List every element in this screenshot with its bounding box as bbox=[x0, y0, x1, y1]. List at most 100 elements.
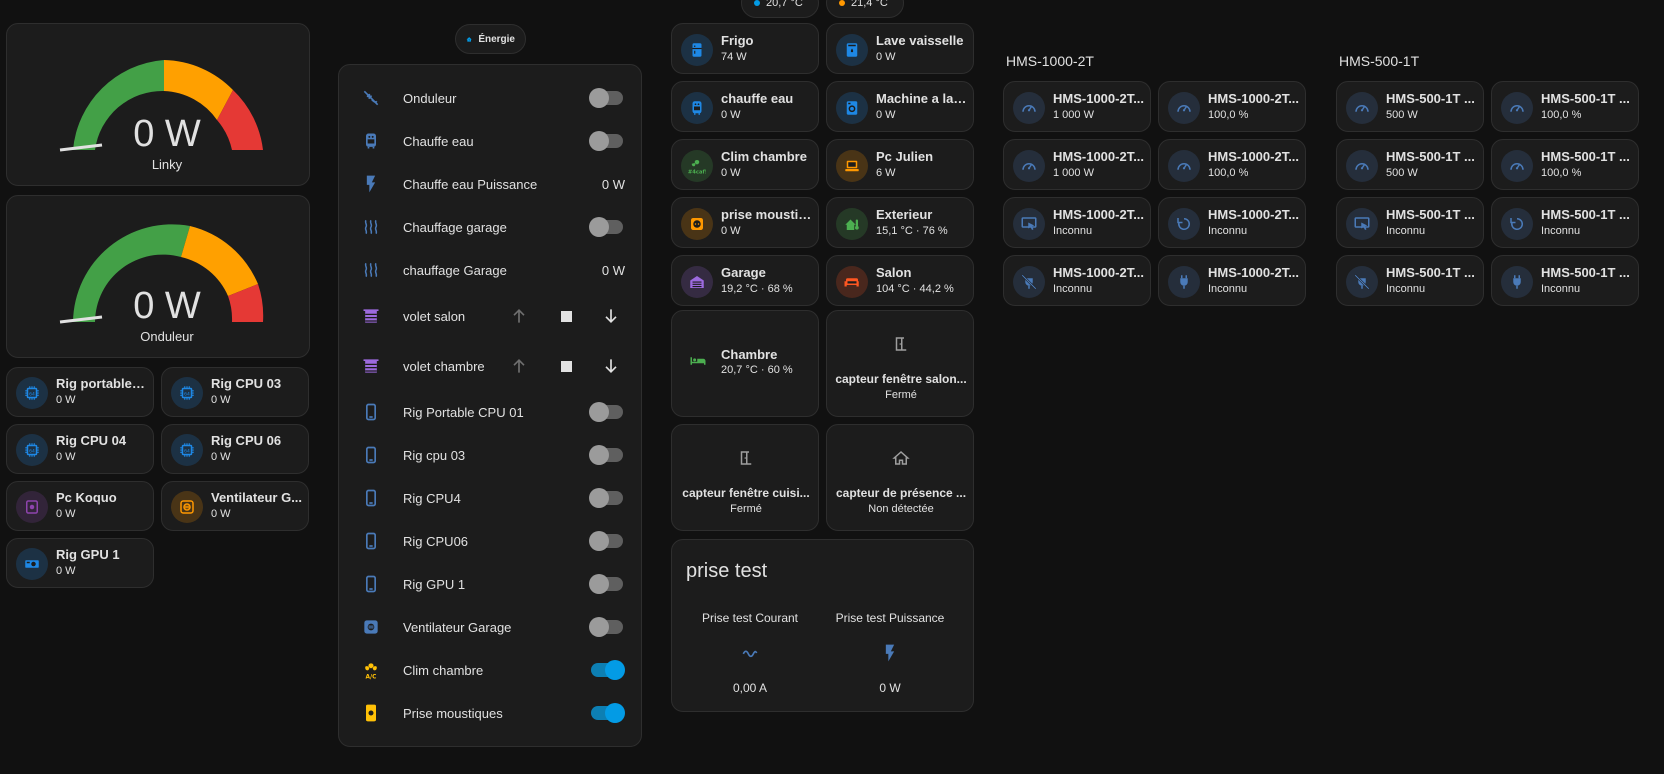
entity-row[interactable]: volet chambre bbox=[339, 351, 641, 381]
phone-icon[interactable] bbox=[361, 488, 381, 508]
entity-row[interactable]: Rig Portable CPU 01 bbox=[339, 397, 641, 427]
hms500-tile-1[interactable]: HMS-500-1T ... 100,0 % bbox=[1491, 81, 1639, 132]
hms500-tile-4[interactable]: HMS-500-1T ... Inconnu bbox=[1336, 197, 1484, 248]
cpu-icon[interactable]: 64 bbox=[16, 434, 48, 466]
hms500-tile-2[interactable]: HMS-500-1T ... 500 W bbox=[1336, 139, 1484, 190]
power-plug-icon[interactable] bbox=[1501, 265, 1533, 298]
entity-toggle[interactable] bbox=[589, 445, 623, 465]
sofa-icon[interactable] bbox=[836, 265, 868, 298]
water-heater-icon[interactable] bbox=[681, 91, 713, 124]
tile-left-3[interactable]: 64 Rig CPU 06 0 W bbox=[161, 424, 309, 474]
power-plug-off-icon[interactable] bbox=[1013, 265, 1045, 298]
dishwasher-icon[interactable] bbox=[836, 33, 868, 66]
restart-icon[interactable] bbox=[1501, 207, 1533, 240]
restart-icon[interactable] bbox=[1168, 207, 1200, 240]
entity-toggle[interactable] bbox=[589, 488, 623, 508]
monitor-cursor-icon[interactable] bbox=[1346, 207, 1378, 240]
sensor-presence[interactable]: capteur de présence ... Non détectée bbox=[826, 424, 974, 531]
tile-mid-3[interactable]: Machine a lav... 0 W bbox=[826, 81, 974, 132]
tile-mid-5[interactable]: Pc Julien 6 W bbox=[826, 139, 974, 190]
home-thermometer-icon[interactable] bbox=[836, 207, 868, 240]
tile-mid-0[interactable]: Frigo 74 W bbox=[671, 23, 819, 74]
phone-icon[interactable] bbox=[361, 574, 381, 594]
heat-wave-icon[interactable] bbox=[361, 217, 381, 237]
tile-left-4[interactable]: Pc Koquo 0 W bbox=[6, 481, 154, 531]
fan-icon[interactable] bbox=[361, 617, 381, 637]
tile-mid-1[interactable]: Lave vaisselle 0 W bbox=[826, 23, 974, 74]
phone-icon[interactable] bbox=[361, 531, 381, 551]
air-conditioner-icon[interactable]: A/#4caf50 bbox=[681, 149, 713, 182]
stop-icon[interactable] bbox=[561, 311, 572, 322]
phone-icon[interactable] bbox=[361, 445, 381, 465]
entity-toggle[interactable] bbox=[589, 402, 623, 422]
gpu-icon[interactable] bbox=[16, 548, 48, 580]
sensor-window-salon[interactable]: capteur fenêtre salon... Fermé bbox=[826, 310, 974, 417]
hms1000-tile-4[interactable]: HMS-1000-2T... Inconnu bbox=[1003, 197, 1151, 248]
hms1000-tile-2[interactable]: HMS-1000-2T... 1 000 W bbox=[1003, 139, 1151, 190]
hms1000-tile-3[interactable]: HMS-1000-2T... 100,0 % bbox=[1158, 139, 1306, 190]
gauge-icon[interactable] bbox=[1168, 149, 1200, 182]
shutter-icon[interactable] bbox=[361, 306, 381, 326]
tile-mid-6[interactable]: prise moustiq... 0 W bbox=[671, 197, 819, 248]
tile-mid-9[interactable]: Salon 104 °C · 44,2 % bbox=[826, 255, 974, 306]
cpu-icon[interactable]: 64 bbox=[171, 434, 203, 466]
power-plug-off-icon[interactable] bbox=[1346, 265, 1378, 298]
flash-icon[interactable] bbox=[361, 174, 381, 194]
tile-mid-8[interactable]: Garage 19,2 °C · 68 % bbox=[671, 255, 819, 306]
tile-chambre[interactable]: Chambre 20,7 °C · 60 % bbox=[671, 310, 819, 417]
entity-toggle[interactable] bbox=[591, 703, 625, 723]
temperature-chip-2[interactable]: 21,4 °C bbox=[826, 0, 904, 18]
tile-left-5[interactable]: Ventilateur G... 0 W bbox=[161, 481, 309, 531]
power-plug-icon[interactable] bbox=[1168, 265, 1200, 298]
entity-toggle[interactable] bbox=[589, 574, 623, 594]
hms1000-tile-5[interactable]: HMS-1000-2T... Inconnu bbox=[1158, 197, 1306, 248]
hms1000-tile-1[interactable]: HMS-1000-2T... 100,0 % bbox=[1158, 81, 1306, 132]
arrow-up-icon[interactable] bbox=[509, 356, 529, 376]
gauge-icon[interactable] bbox=[1168, 91, 1200, 124]
laptop-icon[interactable] bbox=[836, 149, 868, 182]
entity-row[interactable]: Prise moustiques bbox=[339, 698, 641, 728]
hms1000-tile-6[interactable]: HMS-1000-2T... Inconnu bbox=[1003, 255, 1151, 306]
entity-row[interactable]: Rig GPU 1 bbox=[339, 569, 641, 599]
arrow-down-icon[interactable] bbox=[601, 306, 621, 326]
gauge-icon[interactable] bbox=[1013, 149, 1045, 182]
gauge-card-onduleur[interactable]: 0 W Onduleur bbox=[6, 195, 310, 358]
hms500-tile-6[interactable]: HMS-500-1T ... Inconnu bbox=[1336, 255, 1484, 306]
entity-row[interactable]: Chauffage garage bbox=[339, 212, 641, 242]
tile-left-2[interactable]: 64 Rig CPU 04 0 W bbox=[6, 424, 154, 474]
entity-toggle[interactable] bbox=[591, 660, 625, 680]
energy-chip[interactable]: Énergie bbox=[455, 24, 526, 54]
gauge-icon[interactable] bbox=[1501, 91, 1533, 124]
shutter-icon[interactable] bbox=[361, 356, 381, 376]
tile-left-6[interactable]: Rig GPU 1 0 W bbox=[6, 538, 154, 588]
fridge-icon[interactable] bbox=[681, 33, 713, 66]
tile-left-0[interactable]: 64 Rig portable c... 0 W bbox=[6, 367, 154, 417]
power-off-icon[interactable] bbox=[361, 88, 381, 108]
fan-icon[interactable] bbox=[171, 491, 203, 523]
gauge-icon[interactable] bbox=[1013, 91, 1045, 124]
gauge-icon[interactable] bbox=[1346, 91, 1378, 124]
temperature-chip-1[interactable]: 20,7 °C bbox=[741, 0, 819, 18]
stop-icon[interactable] bbox=[561, 361, 572, 372]
tile-mid-7[interactable]: Exterieur 15,1 °C · 76 % bbox=[826, 197, 974, 248]
arrow-down-icon[interactable] bbox=[601, 356, 621, 376]
entity-row[interactable]: volet salon bbox=[339, 301, 641, 331]
flash-icon[interactable] bbox=[880, 643, 900, 663]
entity-row[interactable]: Ventilateur Garage bbox=[339, 612, 641, 642]
phone-icon[interactable] bbox=[361, 402, 381, 422]
tile-mid-4[interactable]: A/#4caf50 Clim chambre 0 W bbox=[671, 139, 819, 190]
entity-row[interactable]: Rig CPU06 bbox=[339, 526, 641, 556]
washing-machine-icon[interactable] bbox=[836, 91, 868, 124]
arrow-up-icon[interactable] bbox=[509, 306, 529, 326]
plug-icon[interactable] bbox=[361, 703, 381, 723]
socket-icon[interactable] bbox=[681, 207, 713, 240]
entity-row[interactable]: Onduleur bbox=[339, 83, 641, 113]
hms500-tile-5[interactable]: HMS-500-1T ... Inconnu bbox=[1491, 197, 1639, 248]
hms500-tile-3[interactable]: HMS-500-1T ... 100,0 % bbox=[1491, 139, 1639, 190]
gauge-icon[interactable] bbox=[1501, 149, 1533, 182]
garage-icon[interactable] bbox=[681, 265, 713, 298]
tile-left-1[interactable]: 64 Rig CPU 03 0 W bbox=[161, 367, 309, 417]
monitor-cursor-icon[interactable] bbox=[1013, 207, 1045, 240]
cpu-icon[interactable]: 64 bbox=[171, 377, 203, 409]
entity-toggle[interactable] bbox=[589, 217, 623, 237]
